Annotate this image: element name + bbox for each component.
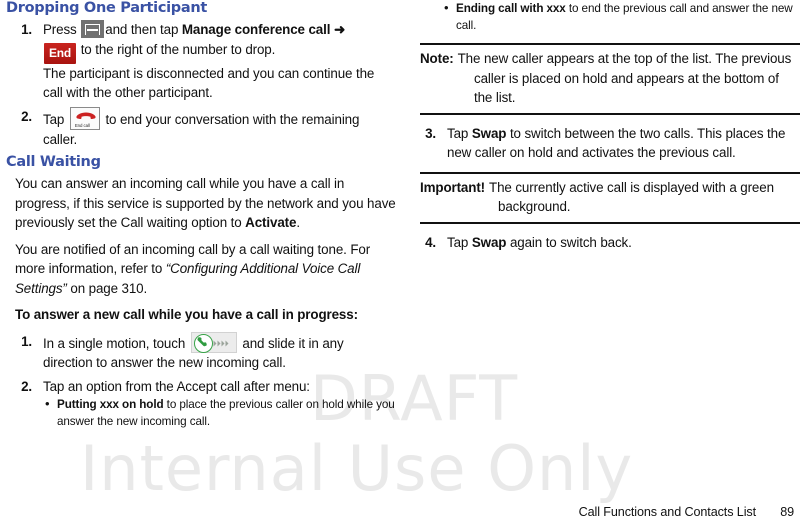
document-page: Dropping One Participant 1. Press and the… bbox=[0, 0, 804, 525]
step-bold-manage-conference-call: Manage conference call bbox=[181, 22, 331, 37]
option-label: Ending call with xxx bbox=[456, 2, 566, 15]
right-column: • Ending call with xxx to end the previou… bbox=[410, 0, 800, 256]
list-item-ending-call[interactable]: • Ending call with xxx to end the previou… bbox=[442, 0, 800, 34]
important-callout: Important! The currently active call is d… bbox=[420, 171, 800, 224]
swap-calls-steps: 3. Tap Swap to switch between the two cal… bbox=[410, 124, 800, 163]
step-text-tap: Tap bbox=[43, 111, 65, 127]
accept-call-options-list: • Putting xxx on hold to place the previo… bbox=[43, 396, 396, 430]
paragraph-notification-tone: You are notified of an incoming call by … bbox=[6, 240, 396, 299]
footer-section-title: Call Functions and Contacts List bbox=[578, 505, 757, 519]
end-call-caption: End call bbox=[74, 122, 90, 128]
list-item-putting-on-hold[interactable]: • Putting xxx on hold to place the previo… bbox=[43, 396, 396, 430]
end-call-icon: End call bbox=[69, 106, 100, 130]
answer-call-slider-icon[interactable] bbox=[190, 331, 237, 353]
procedure-lead-in: To answer a new call while you have a ca… bbox=[15, 307, 358, 322]
footer-page-number: 89 bbox=[780, 505, 794, 519]
step-item-2: 2. Tap End call to end your conversation … bbox=[6, 106, 396, 150]
bullet-dot-icon: • bbox=[444, 0, 449, 15]
step-text-to-right-of-number: to the right of the number to drop. bbox=[80, 41, 276, 57]
arrow-icon: ➜ bbox=[333, 22, 346, 37]
step-number: 3. bbox=[425, 125, 436, 141]
page-footer: Call Functions and Contacts List 89 bbox=[0, 505, 804, 519]
slide-arrows-icon bbox=[213, 340, 229, 346]
note-text: The new caller appears at the top of the… bbox=[457, 51, 792, 105]
paragraph-text-b: on page 310. bbox=[66, 280, 148, 296]
section-heading-call-waiting: Call Waiting bbox=[6, 154, 101, 170]
step-item-4: 4. Tap Swap again to switch back. bbox=[410, 233, 800, 253]
note-label: Note: bbox=[420, 51, 454, 66]
step-item-3: 3. Tap Swap to switch between the two cal… bbox=[410, 124, 800, 163]
answer-new-call-steps: 1. In a single motion, touch and slide it… bbox=[6, 331, 396, 431]
end-call-handset-glyph bbox=[76, 112, 96, 119]
step-text-single-motion: In a single motion, touch bbox=[43, 335, 186, 351]
step-text-accept-call-after: Tap an option from the Accept call after… bbox=[43, 378, 310, 394]
bullet-dot-icon: • bbox=[45, 396, 50, 411]
step-number: 1. bbox=[21, 22, 32, 37]
left-column: Dropping One Participant 1. Press and the… bbox=[6, 0, 396, 431]
note-callout: Note: The new caller appears at the top o… bbox=[420, 43, 800, 115]
step-result-text: The participant is disconnected and you … bbox=[43, 65, 375, 101]
dropping-participant-steps: 1. Press and then tap Manage conference c… bbox=[6, 20, 396, 149]
step-text-b: again to switch back. bbox=[506, 234, 632, 250]
paragraph-text-b: . bbox=[296, 215, 300, 230]
step-number: 1. bbox=[21, 333, 32, 349]
option-label: Putting xxx on hold bbox=[57, 398, 164, 411]
step-text-a: Tap bbox=[447, 125, 472, 141]
step-item-2: 2. Tap an option from the Accept call aft… bbox=[6, 377, 396, 431]
paragraph-bold-activate: Activate bbox=[245, 215, 297, 230]
paragraph-call-waiting-intro: You can answer an incoming call while yo… bbox=[6, 174, 396, 233]
important-body: Important! The currently active call is d… bbox=[420, 174, 800, 222]
important-text: The currently active call is displayed w… bbox=[489, 179, 774, 215]
accept-call-options-list-continued: • Ending call with xxx to end the previou… bbox=[442, 0, 800, 34]
end-badge[interactable]: End bbox=[44, 42, 77, 64]
answer-call-handset-glyph bbox=[197, 337, 208, 347]
swap-calls-steps-continued: 4. Tap Swap again to switch back. bbox=[410, 233, 800, 253]
important-label: Important! bbox=[420, 179, 486, 195]
note-body: Note: The new caller appears at the top o… bbox=[420, 45, 800, 113]
step-item-1: 1. In a single motion, touch and slide it… bbox=[6, 331, 396, 373]
step-number: 2. bbox=[21, 378, 32, 394]
callout-bottom-rule bbox=[420, 112, 800, 115]
step-text-and-then-tap: and then tap bbox=[105, 22, 179, 37]
step-text-press: Press bbox=[43, 22, 77, 37]
menu-icon bbox=[81, 20, 105, 38]
paragraph-text-a: You can answer an incoming call while yo… bbox=[15, 176, 396, 230]
step-bold-swap: Swap bbox=[471, 125, 507, 141]
section-heading-dropping-one-participant: Dropping One Participant bbox=[6, 0, 208, 16]
step-number: 2. bbox=[21, 108, 32, 124]
step-number: 4. bbox=[425, 234, 436, 250]
step-bold-swap: Swap bbox=[471, 234, 507, 250]
callout-bottom-rule bbox=[420, 221, 800, 224]
step-item-1: 1. Press and then tap Manage conference c… bbox=[6, 20, 396, 103]
step-text-a: Tap bbox=[447, 234, 472, 250]
